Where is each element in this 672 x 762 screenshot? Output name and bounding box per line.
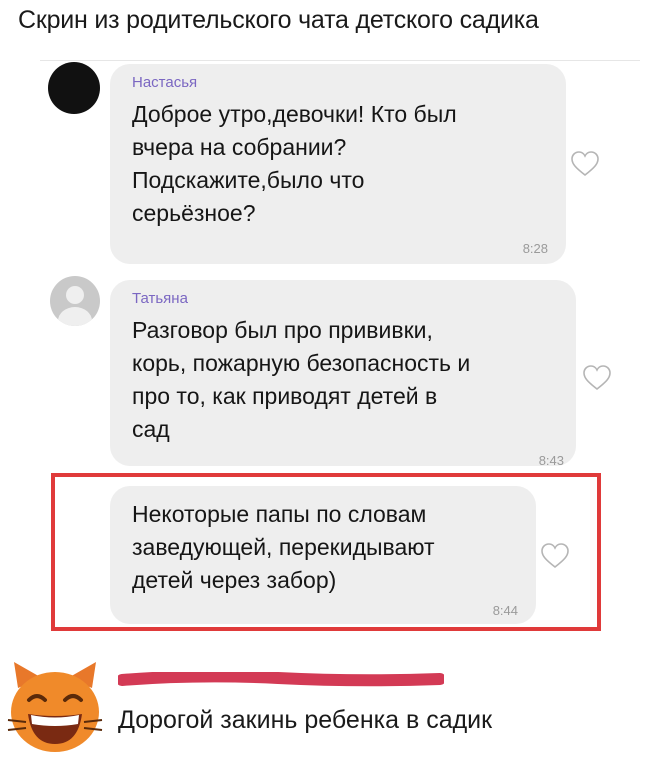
grinning-cat-emoji	[7, 662, 103, 752]
message-text: Некоторые папы по словам заведующей, пер…	[132, 501, 435, 593]
message-bubble[interactable]: Некоторые папы по словам заведующей, пер…	[110, 486, 536, 624]
caption-top: Скрин из родительского чата детского сад…	[18, 6, 539, 34]
message-text: Доброе утро,девочки! Кто был вчера на со…	[132, 101, 457, 226]
message-time: 8:28	[522, 241, 548, 256]
avatar-head	[66, 286, 84, 304]
message-time: 8:44	[492, 603, 518, 618]
chat-top-divider	[40, 60, 640, 61]
avatar[interactable]	[48, 62, 100, 114]
message-time: 8:43	[538, 453, 564, 468]
avatar-shoulders	[58, 307, 92, 326]
heart-icon[interactable]	[570, 150, 600, 178]
redacted-scribble	[118, 672, 444, 687]
heart-icon[interactable]	[540, 542, 570, 570]
heart-icon[interactable]	[582, 364, 612, 392]
caption-bottom: Дорогой закинь ребенка в садик	[118, 706, 493, 734]
avatar[interactable]	[50, 276, 100, 326]
message-bubble[interactable]: Настасья Доброе утро,девочки! Кто был вч…	[110, 64, 566, 264]
sender-name[interactable]: Настасья	[132, 74, 197, 91]
sender-name[interactable]: Татьяна	[132, 290, 188, 307]
message-text: Разговор был про прививки, корь, пожарну…	[132, 317, 471, 442]
message-bubble[interactable]: Татьяна Разговор был про прививки, корь,…	[110, 280, 576, 468]
